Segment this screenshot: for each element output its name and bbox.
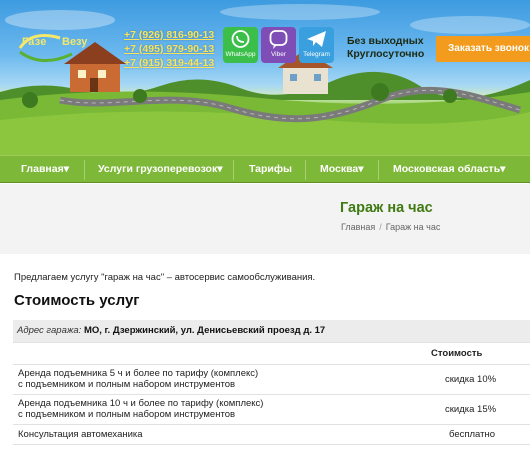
nav-item-tariffs[interactable]: Тарифы [249, 156, 292, 183]
service-cell: Аренда подъемника 5 ч и более по тарифу … [13, 364, 431, 395]
chevron-down-icon: ▾ [217, 163, 223, 175]
site-header: Газе Везу +7 (926) 816-90-13 +7 (495) 97… [0, 0, 530, 155]
nav-divider [84, 160, 85, 180]
nav-item-moscow-region-label: Московская область [393, 163, 501, 175]
nav-item-moscow-region[interactable]: Московская область▾ [393, 156, 505, 183]
whatsapp-icon [231, 30, 250, 48]
price-table: Адрес гаража: МО, г. Дзержинский, ул. Де… [13, 320, 530, 445]
logo-text-part2: Везу [62, 36, 88, 48]
telegram-label: Telegram [303, 51, 330, 58]
breadcrumb-separator: / [379, 222, 382, 232]
telegram-button[interactable]: Telegram [299, 27, 334, 63]
address-value: МО, г. Дзержинский, ул. Денисьевский про… [83, 325, 326, 337]
price-cell: бесплатно [431, 424, 530, 445]
service-name-line2: с подъемником и полным набором инструмен… [18, 379, 236, 390]
service-name-line1: Консультация автомеханика [18, 428, 143, 440]
schedule-line-2: Круглосуточно [347, 48, 425, 60]
table-row: Аренда подъемника 10 ч и более по тарифу… [13, 394, 530, 425]
service-cell: Консультация автомеханика [13, 424, 431, 445]
viber-icon [269, 30, 288, 49]
service-name-line2: с подъемником и полным набором инструмен… [18, 409, 236, 420]
nav-divider [305, 160, 306, 180]
header-landscape-image [0, 4, 530, 155]
breadcrumb-current: Гараж на час [385, 222, 441, 232]
price-cell: скидка 15% [431, 394, 530, 425]
intro-text: Предлагаем услугу "гараж на час" – автос… [14, 272, 316, 283]
logo-text-part1: Газе [22, 36, 47, 48]
price-cell: скидка 10% [431, 364, 530, 395]
phone-link-2[interactable]: +7 (495) 979-90-13 [124, 42, 214, 56]
table-row: Аренда подъемника 5 ч и более по тарифу … [13, 364, 530, 395]
address-row: Адрес гаража: МО, г. Дзержинский, ул. Де… [13, 320, 530, 343]
nav-item-home-label: Главная [21, 163, 64, 175]
page-title-band [0, 184, 530, 254]
section-heading: Стоимость услуг [14, 292, 140, 309]
header-cell-price: Стоимость [431, 342, 530, 365]
table-header-row: Стоимость [13, 342, 530, 365]
telegram-icon [307, 31, 326, 47]
header-cell-service [13, 342, 431, 365]
nav-divider [378, 160, 379, 180]
nav-item-moscow[interactable]: Москва▾ [320, 156, 364, 183]
breadcrumb: Главная / Гараж на час [341, 222, 440, 232]
chevron-down-icon: ▾ [63, 163, 69, 175]
nav-divider [233, 160, 234, 180]
logo-icon[interactable] [12, 28, 122, 68]
schedule-line-1: Без выходных [347, 35, 424, 47]
nav-item-moscow-label: Москва [320, 163, 359, 175]
address-label: Адрес гаража: [17, 325, 82, 337]
main-nav: Главная▾ Услуги грузоперевозок▾ Тарифы М… [0, 155, 530, 183]
request-call-button[interactable]: Заказать звонок [436, 36, 530, 62]
viber-label: Viber [270, 51, 287, 58]
nav-item-home[interactable]: Главная▾ [21, 156, 69, 183]
service-cell: Аренда подъемника 10 ч и более по тарифу… [13, 394, 431, 425]
whatsapp-label: WhatsApp [225, 51, 256, 58]
nav-item-services[interactable]: Услуги грузоперевозок▾ [98, 156, 222, 183]
page-title: Гараж на час [340, 200, 433, 216]
whatsapp-button[interactable]: WhatsApp [223, 27, 258, 63]
address-cell: Адрес гаража: МО, г. Дзержинский, ул. Де… [13, 320, 530, 343]
service-name-line1: Аренда подъемника 5 ч и более по тарифу … [18, 368, 259, 379]
nav-item-tariffs-label: Тарифы [249, 163, 293, 175]
chevron-down-icon: ▾ [500, 163, 506, 175]
phone-link-1[interactable]: +7 (926) 816-90-13 [124, 28, 214, 42]
phone-link-3[interactable]: +7 (915) 319-44-13 [124, 56, 214, 70]
viber-button[interactable]: Viber [261, 27, 296, 63]
service-name-line1: Аренда подъемника 10 ч и более по тарифу… [18, 398, 264, 409]
work-schedule: Без выходных Круглосуточно [347, 35, 424, 61]
breadcrumb-home-link[interactable]: Главная [341, 222, 375, 232]
chevron-down-icon: ▾ [358, 163, 364, 175]
table-row: Консультация автомеханика бесплатно [13, 424, 530, 445]
phone-list: +7 (926) 816-90-13 +7 (495) 979-90-13 +7… [124, 28, 214, 70]
nav-item-services-label: Услуги грузоперевозок [98, 163, 218, 175]
